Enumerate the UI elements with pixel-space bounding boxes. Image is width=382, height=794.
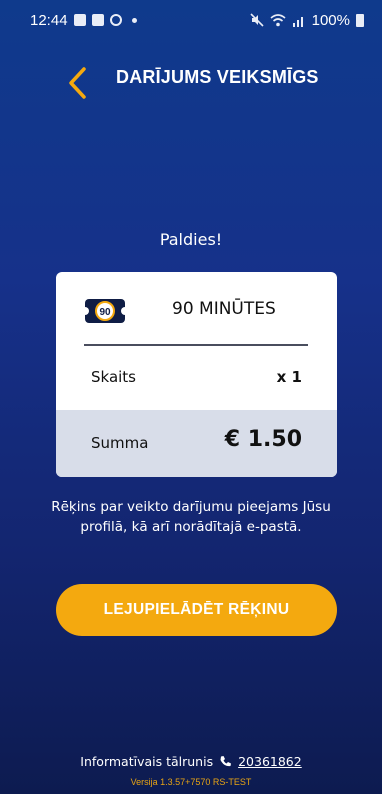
status-bar: 12:44 100% bbox=[0, 0, 382, 40]
status-time: 12:44 bbox=[30, 11, 68, 29]
notification-dot-icon bbox=[131, 17, 137, 23]
header: DARĪJUMS VEIKSMĪGS bbox=[0, 55, 382, 105]
screen: 12:44 100% DARĪJUMS VEIKSMĪGS Paldies! 9… bbox=[0, 0, 382, 794]
ticket-row: 90 90 MINŪTES bbox=[56, 272, 337, 344]
page-title: DARĪJUMS VEIKSMĪGS bbox=[116, 67, 319, 87]
settings-icon bbox=[109, 14, 122, 26]
sum-label: Summa bbox=[91, 434, 149, 452]
ticket-name: 90 MINŪTES bbox=[172, 299, 276, 319]
count-row: Skaits x 1 bbox=[56, 346, 337, 408]
status-left: 12:44 bbox=[30, 12, 137, 29]
thanks-text: Paldies! bbox=[159, 230, 223, 249]
battery-icon bbox=[356, 13, 364, 27]
ticket-icon: 90 bbox=[84, 299, 126, 323]
battery-percent: 100% bbox=[311, 11, 350, 29]
count-label: Skaits bbox=[91, 368, 136, 386]
footer: Informatīvais tālrunis 20361862 bbox=[0, 754, 382, 769]
chevron-left-icon[interactable] bbox=[64, 65, 92, 101]
order-summary-card: 90 90 MINŪTES Skaits x 1 Summa € 1.50 bbox=[56, 272, 337, 477]
sum-value: € 1.50 bbox=[224, 427, 302, 452]
photo-icon bbox=[73, 14, 86, 26]
count-value: x 1 bbox=[276, 368, 302, 386]
video-icon bbox=[91, 14, 104, 26]
info-phone-label: Informatīvais tālrunis bbox=[80, 754, 214, 769]
invoice-notice: Rēķins par veikto darījumu pieejams Jūsu… bbox=[51, 499, 331, 535]
signal-icon bbox=[292, 16, 303, 27]
phone-number-link[interactable]: 20361862 bbox=[238, 754, 302, 769]
sum-row: Summa € 1.50 bbox=[56, 410, 337, 477]
mute-icon bbox=[250, 13, 264, 27]
download-invoice-button[interactable]: LEJUPIELĀDĒT RĒĶINU bbox=[56, 584, 337, 636]
phone-icon bbox=[220, 756, 232, 767]
footer-row: Informatīvais tālrunis 20361862 bbox=[80, 754, 301, 769]
ticket-icon-text: 90 bbox=[99, 307, 111, 318]
wifi-icon bbox=[270, 13, 286, 26]
status-right: 100% bbox=[250, 12, 364, 29]
version-label: Versija 1.3.57+7570 RS-TEST bbox=[130, 777, 252, 787]
